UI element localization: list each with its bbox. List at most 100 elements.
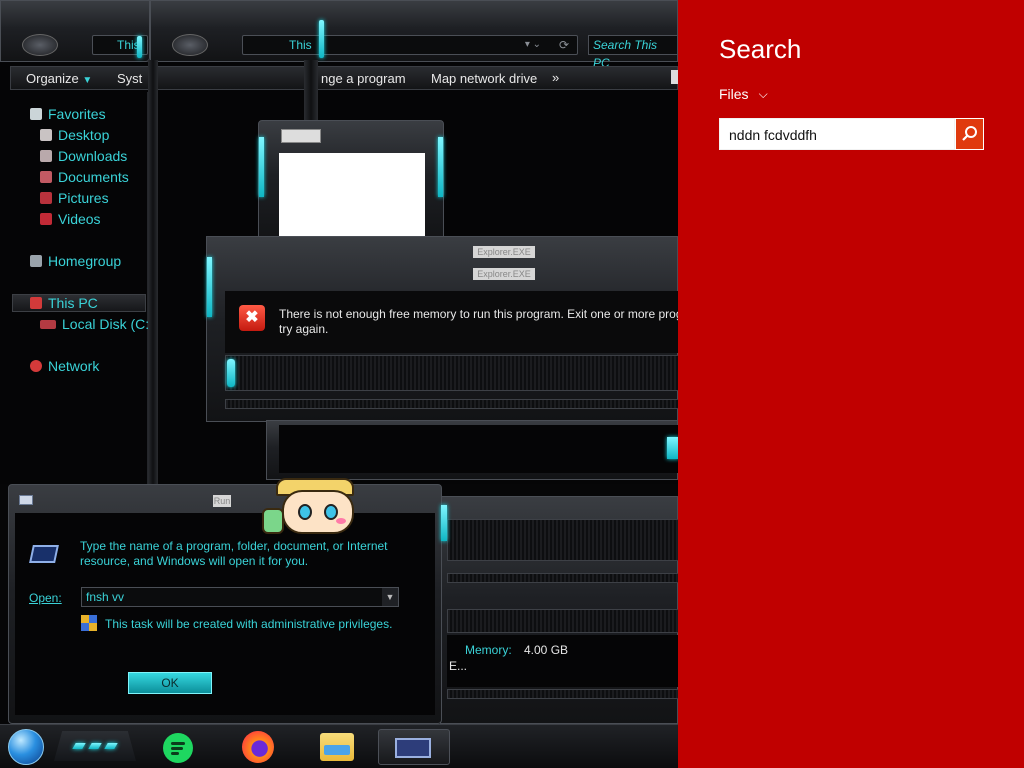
memory-value: 4.00 GB bbox=[524, 643, 569, 657]
chrome-accent bbox=[207, 257, 212, 317]
task-view-button[interactable] bbox=[54, 731, 136, 761]
search-charm-pane: Search Files ⌵ nddn fcdvddfh bbox=[678, 0, 1024, 768]
organize-button[interactable]: Organize ▼ bbox=[26, 71, 92, 86]
navigation-pane: Favorites Desktop Downloads Documents Pi… bbox=[8, 92, 149, 484]
ok-button[interactable]: OK bbox=[128, 672, 212, 694]
striped-panel bbox=[447, 573, 679, 583]
chrome-accent bbox=[438, 137, 443, 197]
run-program-icon bbox=[29, 545, 59, 563]
chrome-accent bbox=[227, 359, 235, 387]
run-dialog-title: Run bbox=[213, 495, 231, 507]
error-button-bar bbox=[225, 355, 679, 391]
background-window bbox=[266, 420, 679, 480]
chevron-down-icon: ▼ bbox=[82, 75, 93, 86]
documents-icon bbox=[40, 171, 52, 183]
spotify-icon[interactable] bbox=[163, 733, 193, 763]
admin-note: This task will be created with administr… bbox=[105, 617, 393, 631]
memory-label: Memory: bbox=[465, 643, 512, 657]
search-scope-label: Files bbox=[719, 86, 749, 102]
error-dialog-title: Explorer.EXE bbox=[473, 246, 535, 258]
videos-icon bbox=[40, 213, 52, 225]
downloads-icon bbox=[40, 150, 52, 162]
address-bar[interactable]: This ▾ ⌄ ⟳ bbox=[242, 35, 578, 55]
run-dialog-body: Type the name of a program, folder, docu… bbox=[15, 513, 435, 715]
homegroup-icon bbox=[30, 255, 42, 267]
address-dropdown-icon[interactable]: ▾ ⌄ bbox=[525, 36, 541, 54]
nav-this-pc[interactable]: This PC bbox=[30, 295, 98, 311]
change-program-button[interactable]: nge a program bbox=[321, 71, 406, 86]
command-bar: Organize ▼ Syst nge a program Map networ… bbox=[10, 66, 678, 90]
run-title-icon bbox=[19, 495, 33, 505]
pictures-icon bbox=[40, 192, 52, 204]
error-message-area: ✖ There is not enough free memory to run… bbox=[225, 291, 683, 353]
search-icon bbox=[962, 126, 977, 141]
chrome-accent bbox=[441, 505, 447, 541]
run-app-icon bbox=[395, 738, 431, 758]
blank-window bbox=[258, 120, 444, 244]
nav-desktop[interactable]: Desktop bbox=[40, 127, 109, 143]
pane-divider bbox=[304, 60, 318, 124]
window-title-icon bbox=[281, 129, 321, 143]
open-label: Open: bbox=[29, 591, 62, 605]
start-orb[interactable] bbox=[8, 729, 44, 765]
search-input-value[interactable]: nddn fcdvddfh bbox=[729, 127, 817, 143]
run-description: Type the name of a program, folder, docu… bbox=[80, 539, 388, 568]
run-taskbar-button[interactable] bbox=[378, 729, 450, 765]
taskbar bbox=[0, 724, 678, 768]
desktop-icon bbox=[40, 129, 52, 141]
character-face bbox=[282, 490, 354, 534]
search-pane-title: Search bbox=[719, 34, 802, 64]
open-combobox[interactable]: fnsh vv ▼ bbox=[81, 587, 399, 607]
nav-downloads[interactable]: Downloads bbox=[40, 148, 127, 164]
error-dialog-subtitle: Explorer.EXE bbox=[473, 268, 535, 280]
striped-panel bbox=[447, 609, 679, 633]
network-icon bbox=[30, 360, 42, 372]
striped-panel bbox=[447, 519, 679, 561]
background-window-content bbox=[279, 425, 679, 473]
map-network-drive-button[interactable]: Map network drive bbox=[431, 71, 537, 86]
character-eye bbox=[298, 504, 312, 520]
nav-local-disk[interactable]: Local Disk (C: bbox=[40, 316, 149, 332]
refresh-icon[interactable]: ⟳ bbox=[559, 36, 569, 54]
nav-pictures[interactable]: Pictures bbox=[40, 190, 109, 206]
chevron-down-icon: ⌵ bbox=[758, 86, 768, 101]
nav-homegroup[interactable]: Homegroup bbox=[30, 253, 121, 269]
truncated-label: E... bbox=[449, 659, 468, 673]
firefox-icon[interactable] bbox=[242, 731, 274, 763]
chrome-accent bbox=[259, 137, 264, 197]
drive-icon bbox=[40, 319, 56, 329]
back-button[interactable] bbox=[22, 34, 58, 56]
chrome-accent bbox=[319, 20, 324, 58]
cartoon-character-sticker bbox=[262, 478, 366, 540]
system-properties-button[interactable]: Syst bbox=[117, 71, 142, 86]
chrome-accent bbox=[137, 36, 142, 58]
address-text: This bbox=[289, 38, 312, 52]
error-dialog: Explorer.EXE Explorer.EXE ✖ There is not… bbox=[206, 236, 683, 422]
run-dialog: Run Type the name of a program, folder, … bbox=[8, 484, 447, 724]
chevron-down-icon[interactable]: ▼ bbox=[382, 588, 398, 606]
back-button-2[interactable] bbox=[172, 34, 208, 56]
computer-icon bbox=[30, 297, 42, 309]
shield-icon bbox=[81, 615, 97, 631]
error-icon: ✖ bbox=[239, 305, 265, 331]
nav-videos[interactable]: Videos bbox=[40, 211, 101, 227]
star-icon bbox=[30, 108, 42, 120]
view-options-icon[interactable] bbox=[671, 70, 678, 84]
error-message: There is not enough free memory to run t… bbox=[279, 307, 683, 336]
nav-favorites[interactable]: Favorites bbox=[30, 106, 106, 122]
search-scope-dropdown[interactable]: Files ⌵ bbox=[719, 86, 768, 102]
character-hand bbox=[262, 508, 284, 534]
search-box[interactable]: Search This PC bbox=[588, 35, 678, 70]
system-window: Memory: 4.00 GB E... bbox=[440, 496, 679, 724]
more-commands-button[interactable]: » bbox=[552, 70, 559, 85]
open-input-value[interactable]: fnsh vv bbox=[86, 590, 124, 604]
file-explorer-icon[interactable] bbox=[320, 733, 354, 761]
pane-divider bbox=[148, 60, 158, 484]
system-details: Memory: 4.00 GB E... bbox=[447, 635, 679, 687]
search-input[interactable]: nddn fcdvddfh bbox=[719, 118, 955, 150]
error-footer bbox=[225, 399, 679, 409]
nav-network[interactable]: Network bbox=[30, 358, 99, 374]
search-submit-button[interactable] bbox=[955, 118, 984, 150]
nav-documents[interactable]: Documents bbox=[40, 169, 129, 185]
character-cheek bbox=[336, 518, 346, 524]
